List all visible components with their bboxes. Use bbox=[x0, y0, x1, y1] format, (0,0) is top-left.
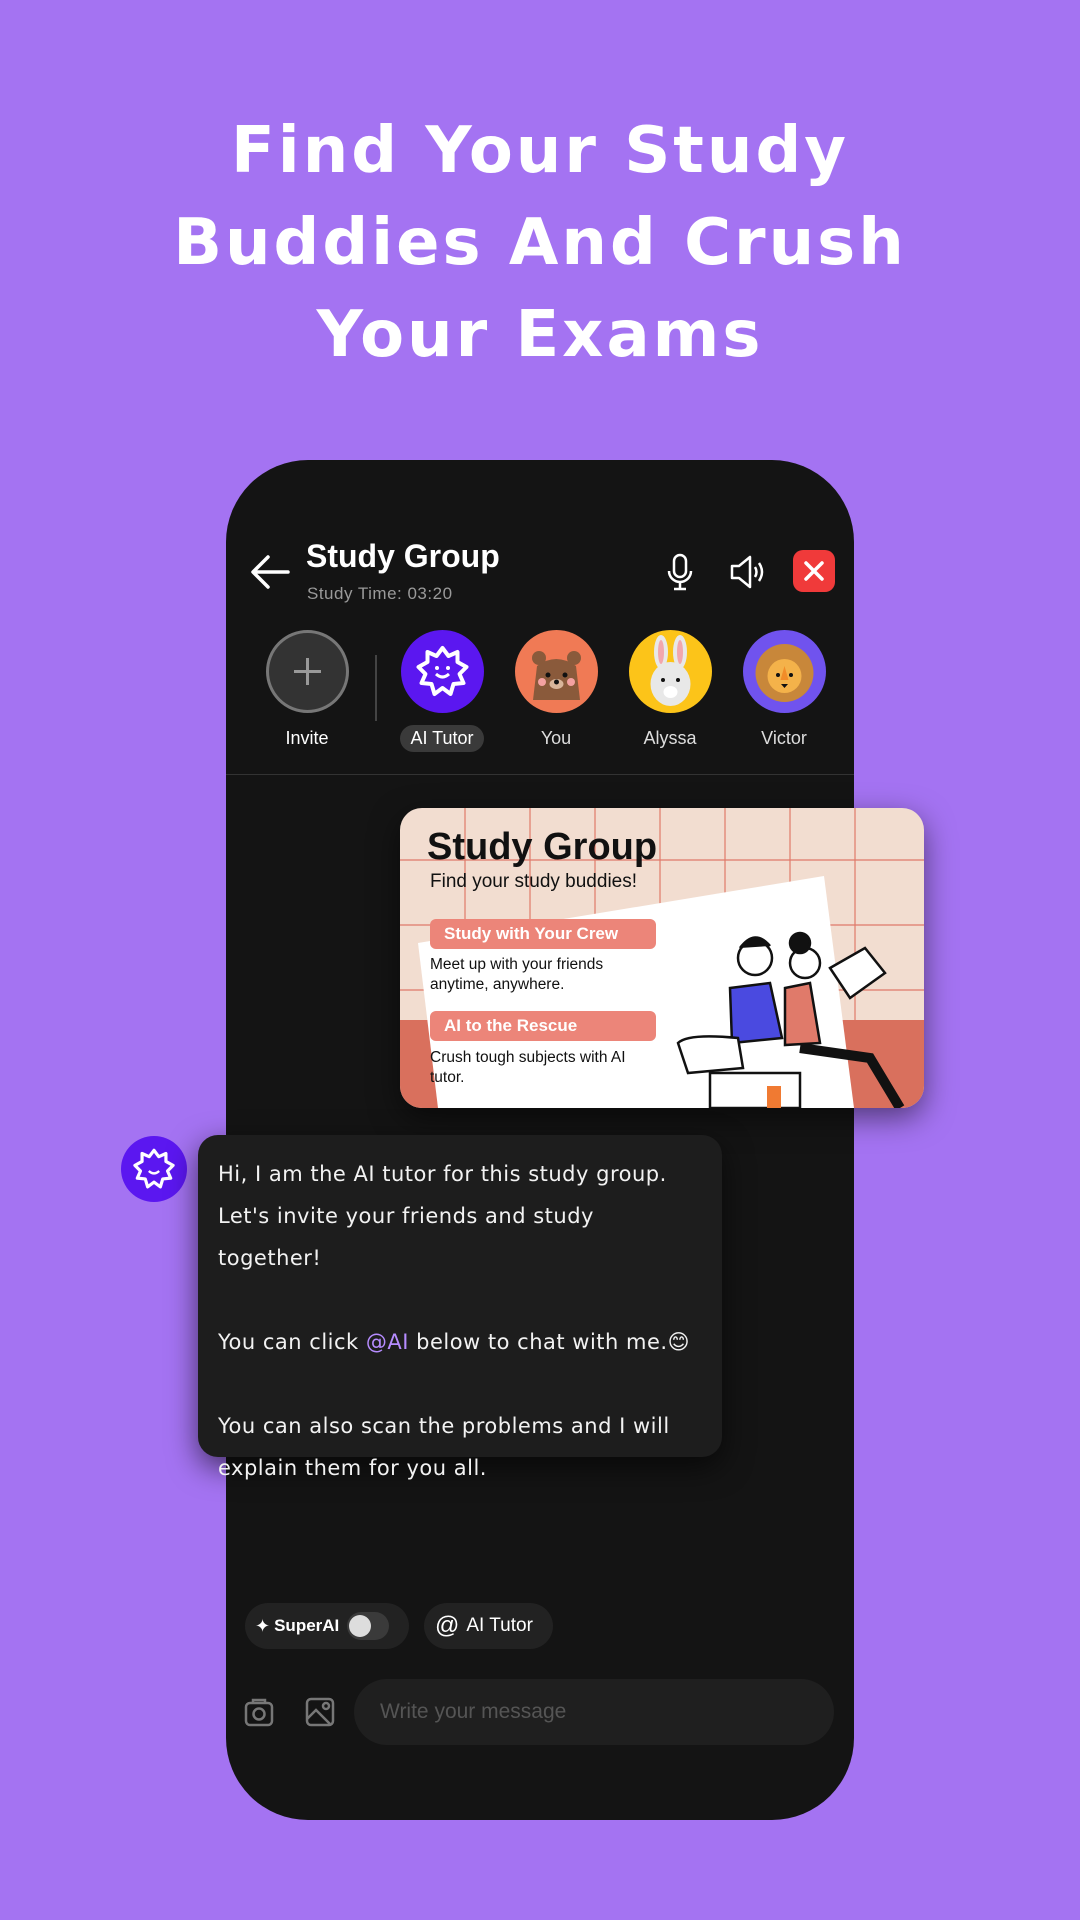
member-label: AI Tutor bbox=[400, 725, 484, 752]
member-label: You bbox=[540, 728, 572, 748]
ai-message-bubble: Hi, I am the AI tutor for this study gro… bbox=[198, 1135, 722, 1480]
message-text: You can click bbox=[218, 1330, 366, 1354]
member-label: Victor bbox=[761, 728, 807, 748]
card-subtitle: Find your study buddies! bbox=[430, 871, 638, 892]
ai-mention-link[interactable]: @AI bbox=[366, 1330, 409, 1354]
speaker-icon[interactable] bbox=[728, 552, 768, 592]
feature-2-text: Crush tough subjects with AI tutor. bbox=[430, 1049, 626, 1086]
invite-button[interactable]: Invite bbox=[247, 630, 367, 752]
study-time: Study Time: 03:20 bbox=[307, 584, 453, 603]
ai-star-icon bbox=[400, 630, 484, 713]
headline: Find Your Study Buddies And Crush Your E… bbox=[0, 105, 1080, 381]
message-line: explain them for you all. bbox=[218, 1456, 487, 1480]
at-icon: @ bbox=[435, 1612, 460, 1639]
image-icon[interactable] bbox=[304, 1696, 336, 1728]
card-title: Study Group bbox=[427, 826, 658, 868]
leave-call-button[interactable] bbox=[793, 550, 835, 592]
member-label: Invite bbox=[285, 728, 329, 748]
member-ai-tutor[interactable]: AI Tutor bbox=[382, 630, 502, 752]
feature-1-text: Meet up with your friends anytime, anywh… bbox=[430, 956, 604, 993]
message-line: You can click @AI below to chat with me.… bbox=[218, 1321, 702, 1363]
superai-label: SuperAI bbox=[274, 1616, 340, 1635]
close-icon bbox=[804, 561, 824, 581]
bear-icon bbox=[514, 630, 598, 713]
feature-1-title: Study with Your Crew bbox=[430, 919, 656, 949]
study-group-promo-card[interactable]: Study Group Find your study buddies! Stu… bbox=[400, 808, 924, 1108]
group-title: Study Group bbox=[306, 538, 500, 574]
member-alyssa[interactable]: Alyssa bbox=[610, 630, 730, 752]
member-label: Alyssa bbox=[643, 728, 697, 748]
feature-2-title: AI to the Rescue bbox=[430, 1011, 656, 1041]
message-text: below to chat with me.😊 bbox=[408, 1330, 690, 1354]
lion-icon bbox=[742, 630, 826, 713]
phone-screen: Study Group Study Time: 03:20 Invite AI … bbox=[121, 460, 924, 1820]
message-line: You can also scan the problems and I wil… bbox=[218, 1414, 670, 1438]
message-line: Hi, I am the AI tutor for this study gro… bbox=[218, 1162, 667, 1186]
member-list: Invite AI Tutor You Alyssa Victor bbox=[226, 630, 854, 752]
message-input[interactable] bbox=[354, 1679, 834, 1745]
ai-tutor-avatar[interactable] bbox=[121, 1136, 187, 1202]
ai-tutor-chip-label: AI Tutor bbox=[466, 1615, 533, 1636]
member-divider bbox=[375, 655, 377, 721]
headline-line-2: Buddies And Crush bbox=[173, 206, 907, 280]
member-victor[interactable]: Victor bbox=[724, 630, 844, 752]
camera-icon[interactable] bbox=[243, 1696, 275, 1728]
headline-line-3: Your Exams bbox=[316, 298, 764, 372]
superai-toggle[interactable] bbox=[347, 1612, 390, 1640]
member-you[interactable]: You bbox=[496, 630, 616, 752]
microphone-icon[interactable] bbox=[660, 552, 700, 592]
sparkle-icon: ✦ bbox=[255, 1615, 271, 1636]
message-line: Let's invite your friends and study toge… bbox=[218, 1204, 594, 1270]
mention-ai-tutor-chip[interactable]: @ AI Tutor bbox=[424, 1603, 553, 1649]
header-divider bbox=[226, 774, 854, 775]
back-arrow-icon[interactable] bbox=[248, 552, 294, 592]
ai-star-icon bbox=[133, 1148, 175, 1189]
plus-icon bbox=[265, 630, 349, 713]
bunny-icon bbox=[628, 630, 712, 713]
headline-line-1: Find Your Study bbox=[231, 114, 849, 188]
superai-chip[interactable]: ✦ SuperAI bbox=[245, 1603, 409, 1649]
